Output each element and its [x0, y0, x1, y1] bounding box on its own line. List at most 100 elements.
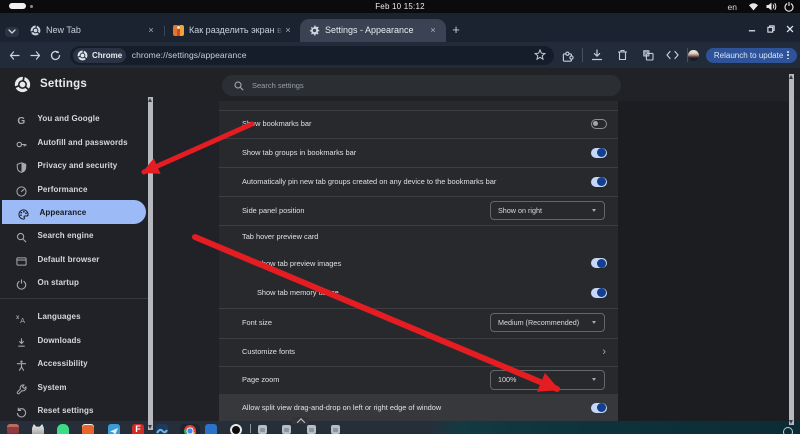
new-tab-button[interactable]: +	[449, 22, 463, 36]
profile-avatar[interactable]	[688, 50, 699, 61]
window-close-button[interactable]	[786, 25, 794, 33]
telegram-icon[interactable]	[108, 424, 120, 434]
sidebar-item-system[interactable]: System	[0, 376, 146, 399]
toggle-allow-split-view[interactable]	[591, 403, 607, 413]
sidebar-item-languages[interactable]: xA Languages	[0, 305, 146, 328]
volume-icon[interactable]	[766, 2, 777, 11]
sidebar-item-downloads[interactable]: Downloads	[0, 329, 146, 352]
toggle-show-tab-preview-images[interactable]	[591, 258, 607, 268]
toggle-show-tab-memory-usage[interactable]	[591, 288, 607, 298]
ps-blue-icon[interactable]	[205, 424, 217, 434]
kebab-dot	[787, 54, 789, 56]
power-icon[interactable]	[784, 2, 794, 12]
mail-icon[interactable]	[82, 424, 94, 434]
settings-search-input[interactable]: Search settings	[222, 75, 621, 96]
chrome-icon[interactable]	[184, 425, 196, 434]
sidebar-item-performance[interactable]: Performance	[0, 178, 146, 201]
power-icon	[16, 277, 27, 288]
wrench-icon	[16, 382, 27, 393]
tab-close-icon[interactable]: ×	[146, 25, 156, 35]
keyboard-layout-indicator[interactable]: en	[728, 2, 737, 12]
wave-icon[interactable]	[156, 424, 168, 434]
sidebar-scrollbar[interactable]	[148, 97, 153, 430]
sidebar-item-autofill[interactable]: Autofill and passwords	[0, 131, 146, 154]
files-icon[interactable]	[7, 424, 19, 434]
window-thumb	[333, 428, 338, 432]
page-zoom-dropdown[interactable]: 100%	[490, 370, 605, 390]
scroll-down-arrow[interactable]	[148, 425, 152, 429]
scroll-up-arrow[interactable]	[789, 75, 793, 79]
angle-brackets-icon	[666, 50, 679, 60]
sidebar-item-on-startup[interactable]: On startup	[0, 271, 146, 294]
scroll-up-arrow[interactable]	[148, 98, 152, 102]
sidebar-item-you-and-google[interactable]: G You and Google	[0, 107, 146, 130]
sidebar-item-default-browser[interactable]: Default browser	[0, 248, 146, 271]
taskbar-window-button[interactable]	[258, 425, 267, 434]
toggle-show-tab-groups[interactable]	[591, 148, 607, 158]
code-icon[interactable]	[664, 42, 680, 68]
relaunch-label: Relaunch to update	[714, 51, 783, 60]
tab-title: Settings - Appearance	[325, 25, 428, 35]
font-size-dropdown[interactable]: Medium (Recommended)	[490, 313, 605, 333]
system-tray: en	[728, 0, 794, 13]
row-customize-fonts[interactable]: Customize fonts ›	[219, 338, 618, 366]
relaunch-to-update-button[interactable]: Relaunch to update	[706, 48, 797, 64]
extensions-icon[interactable]	[559, 42, 575, 68]
tab-new-tab[interactable]: New Tab ×	[24, 19, 162, 43]
chevron-down-icon	[8, 29, 16, 34]
clock[interactable]: Feb 10 15:12	[0, 0, 800, 13]
translate-icon[interactable]: A	[640, 42, 656, 68]
toggle-show-bookmarks-bar[interactable]	[591, 119, 607, 129]
tab-strip: New Tab × Как разделить экран в б × Sett…	[0, 13, 800, 42]
wifi-icon[interactable]	[748, 2, 759, 11]
sidebar-item-appearance[interactable]: Appearance	[2, 200, 146, 224]
cat-icon[interactable]	[32, 424, 44, 434]
corner-refresh-icon[interactable]	[783, 427, 793, 434]
tab-close-icon[interactable]: ×	[283, 25, 293, 35]
toolbar-separator	[582, 48, 583, 62]
tab-split-screen-article[interactable]: Как разделить экран в б ×	[167, 19, 299, 43]
window-minimize-button[interactable]	[748, 25, 756, 33]
sidebar-item-reset[interactable]: Reset settings	[0, 399, 146, 422]
row-show-tab-groups: Show tab groups in bookmarks bar	[219, 138, 618, 167]
url-text[interactable]: chrome://settings/appearance	[132, 50, 534, 60]
sidebar-item-accessibility[interactable]: Accessibility	[0, 352, 146, 375]
settings-title: Settings	[40, 78, 87, 90]
record-icon[interactable]	[230, 424, 242, 434]
forward-button[interactable]	[27, 42, 43, 68]
taskbar-expander-icon[interactable]	[292, 417, 309, 424]
scroll-down-arrow[interactable]	[789, 420, 793, 424]
row-show-bookmarks-bar: Show bookmarks bar	[219, 110, 618, 138]
reload-button[interactable]	[47, 42, 63, 68]
taskbar-window-button[interactable]	[282, 425, 291, 434]
screen: Feb 10 15:12 en New Tab ×	[0, 0, 800, 434]
bookmark-star-icon[interactable]	[534, 49, 546, 61]
android-icon[interactable]	[57, 424, 69, 434]
row-page-zoom: Page zoom 100%	[219, 366, 618, 395]
taskbar-window-button[interactable]	[331, 425, 340, 434]
kebab-menu-icon[interactable]	[787, 51, 789, 59]
tab-search-button[interactable]	[5, 27, 19, 38]
delete-icon[interactable]	[614, 42, 630, 68]
download-icon[interactable]	[589, 42, 605, 68]
accessibility-icon	[16, 358, 27, 369]
tab-close-icon[interactable]: ×	[428, 25, 438, 35]
f-red-icon[interactable]: F	[132, 424, 144, 434]
section-tab-hover-preview-card: Tab hover preview card	[219, 225, 618, 249]
caret-down-icon	[592, 209, 596, 212]
sidebar-item-search-engine[interactable]: Search engine	[0, 224, 146, 247]
page-scrollbar[interactable]	[789, 74, 794, 425]
side-panel-position-dropdown[interactable]: Show on right	[490, 201, 605, 221]
chrome-url-chip[interactable]: Chrome	[73, 48, 126, 63]
tab-settings-appearance[interactable]: Settings - Appearance ×	[300, 19, 446, 43]
sidebar-item-privacy[interactable]: Privacy and security	[0, 154, 146, 177]
taskbar-window-button[interactable]	[307, 425, 316, 434]
search-icon	[234, 81, 244, 91]
reset-icon	[16, 405, 27, 416]
toggle-auto-pin-tab-groups[interactable]	[591, 177, 607, 187]
window-restore-button[interactable]	[767, 25, 775, 33]
download-icon	[16, 335, 27, 346]
settings-page: Settings Search settings G You and Googl…	[0, 68, 800, 421]
back-button[interactable]	[6, 42, 22, 68]
address-bar[interactable]: Chrome chrome://settings/appearance	[70, 46, 554, 65]
